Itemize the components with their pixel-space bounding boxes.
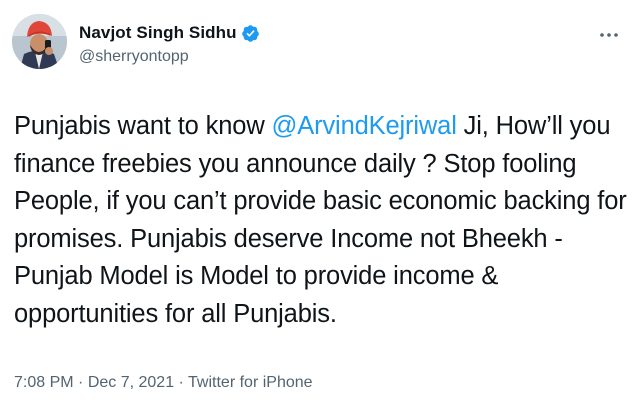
avatar[interactable]	[12, 14, 67, 69]
more-options-button[interactable]	[594, 22, 624, 46]
author-display-name[interactable]: Navjot Singh Sidhu	[79, 23, 237, 43]
tweet-meta: 7:08 PM · Dec 7, 2021 · Twitter for iPho…	[14, 374, 313, 392]
verified-badge-icon	[241, 24, 260, 43]
tweet-body: Punjabis want to know @ArvindKejriwal Ji…	[14, 108, 634, 333]
tweet-date[interactable]: Dec 7, 2021	[88, 374, 174, 391]
author-name-row: Navjot Singh Sidhu	[79, 23, 260, 43]
avatar-image	[12, 14, 67, 69]
more-horizontal-icon	[599, 25, 619, 43]
meta-separator: ·	[174, 374, 189, 391]
meta-separator: ·	[73, 374, 88, 391]
tweet-text-part2: Ji, How’ll you finance freebies you anno…	[14, 112, 627, 328]
tweet-text-part1: Punjabis want to know	[14, 112, 272, 140]
tweet-time[interactable]: 7:08 PM	[14, 374, 74, 391]
tweet-source[interactable]: Twitter for iPhone	[188, 374, 313, 391]
mention-link[interactable]: @ArvindKejriwal	[272, 112, 457, 140]
author-handle[interactable]: @sherryontopp	[79, 48, 189, 66]
tweet-card: Navjot Singh Sidhu @sherryontopp Punjabi…	[0, 0, 640, 420]
